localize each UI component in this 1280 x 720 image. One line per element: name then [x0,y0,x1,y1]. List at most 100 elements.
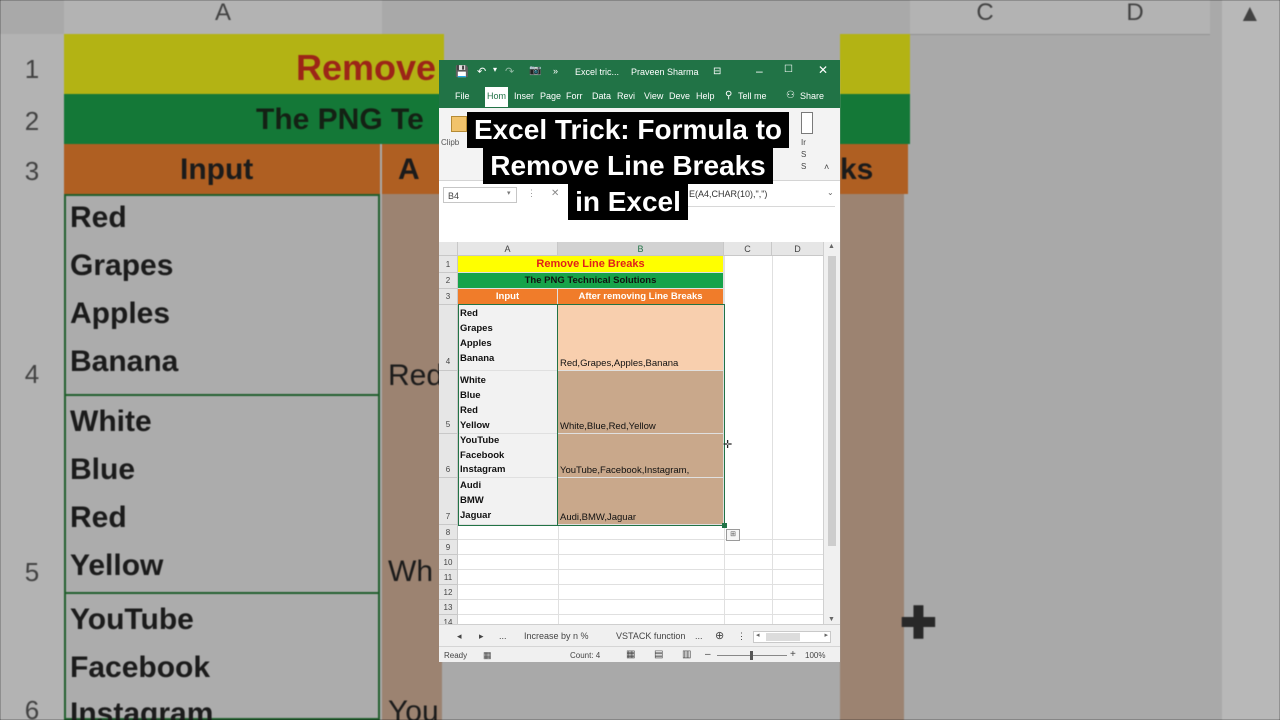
quick-analysis-icon[interactable]: ⊞ [726,529,740,541]
empty-rows[interactable] [458,525,824,624]
cell-a6[interactable]: YouTube Facebook Instagram [458,434,558,478]
row-header-7[interactable]: 7 [439,478,458,525]
sheet-tabs-bar: ◂ ▸ ... Increase by n % VSTACK function … [439,624,840,647]
row-header-1[interactable]: 1 [439,256,458,273]
col-header-d[interactable]: D [772,242,824,256]
row-header-10[interactable]: 10 [439,555,458,570]
camera-icon[interactable]: 📷 [529,65,541,76]
fill-handle[interactable] [722,523,727,528]
bg-input-line: Red [70,501,127,534]
bg-title-fragment: Remove [296,47,437,88]
minimize-icon[interactable]: – [756,64,763,78]
row-header-9[interactable]: 9 [439,540,458,555]
ribbon-display-icon[interactable]: ⊟ [713,66,721,77]
scroll-up-icon[interactable]: ▲ [828,243,835,250]
bg-divider-2 [64,592,380,594]
tab-insert[interactable]: Inser [514,91,534,101]
row-header-6[interactable]: 6 [439,434,458,478]
next-sheet-icon[interactable]: ▸ [479,631,484,642]
cell-b4[interactable]: Red,Grapes,Apples,Banana [558,305,724,371]
horizontal-scroll-thumb[interactable] [766,633,800,641]
more-commands-icon[interactable]: » [553,66,558,76]
cell-a4[interactable]: Red Grapes Apples Banana [458,305,558,371]
tab-developer[interactable]: Deve [669,91,690,101]
cell-line: Apples [460,338,492,349]
row-header-2[interactable]: 2 [439,273,458,289]
col-header-b[interactable]: B [558,242,724,256]
add-sheet-icon[interactable]: ⊕ [715,629,724,642]
cell-a5[interactable]: White Blue Red Yellow [458,371,558,434]
more-sheets-right[interactable]: ... [695,631,703,641]
undo-dropdown-icon[interactable]: ▾ [493,65,497,74]
maximize-icon[interactable]: ☐ [784,64,793,75]
macro-record-icon[interactable]: ▦ [483,650,492,661]
bg-scroll-up-icon: ▲ [1238,0,1262,27]
scroll-left-icon[interactable]: ◂ [756,631,760,639]
zoom-level[interactable]: 100% [805,651,825,660]
bg-input-line: White [70,405,152,438]
page-layout-view-icon[interactable]: ▤ [654,649,663,660]
zoom-in-icon[interactable]: + [790,649,796,660]
user-name[interactable]: Praveen Sharma [631,67,699,77]
tab-view[interactable]: View [644,91,663,101]
normal-view-icon[interactable]: ▦ [626,649,635,660]
col-header-a[interactable]: A [458,242,558,256]
cell-header-input[interactable]: Input [458,289,558,305]
redo-icon[interactable]: ↷ [505,65,514,78]
page-break-view-icon[interactable]: ▥ [682,649,691,660]
row-header-3[interactable]: 3 [439,289,458,305]
title-bar: 💾 ↶ ▾ ↷ 📷 » Excel tric... Praveen Sharma… [439,60,840,84]
cell-b7[interactable]: Audi,BMW,Jaguar [558,478,724,525]
scroll-down-icon[interactable]: ▼ [828,616,835,623]
worksheet-grid[interactable]: A B C D 1 2 3 4 5 6 7 8 9 10 11 12 13 14… [439,242,840,624]
zoom-slider-thumb[interactable] [750,651,753,660]
tab-home[interactable]: Hom [485,87,509,107]
row-header-8[interactable]: 8 [439,525,458,540]
sheet-tab-increase[interactable]: Increase by n % [524,631,589,641]
undo-icon[interactable]: ↶ [477,65,486,78]
cell-a7[interactable]: Audi BMW Jaguar [458,478,558,525]
row-header-5[interactable]: 5 [439,371,458,434]
row-header-11[interactable]: 11 [439,570,458,585]
tab-formulas[interactable]: Forr [566,91,583,101]
bg-input-line: Banana [70,345,179,378]
row-header-13[interactable]: 13 [439,600,458,615]
row-header-4[interactable]: 4 [439,305,458,371]
more-sheets-left[interactable]: ... [499,631,507,641]
bg-row-5: 5 [0,394,65,592]
cell-subtitle[interactable]: The PNG Technical Solutions [458,273,724,289]
bg-cursor-cross-icon: ✚ [900,599,937,648]
cell-title[interactable]: Remove Line Breaks [458,256,724,273]
vertical-scrollbar[interactable]: ▲ ▼ [823,242,840,624]
status-count: Count: 4 [570,651,601,660]
vertical-scroll-thumb[interactable] [828,256,836,546]
select-all-corner[interactable] [439,242,458,256]
scroll-right-icon[interactable]: ▸ [824,631,828,639]
cell-b6-value: YouTube,Facebook,Instagram, [560,465,690,476]
save-icon[interactable]: 💾 [455,65,469,78]
col-header-c[interactable]: C [724,242,772,256]
sheet-tab-vstack[interactable]: VSTACK function [616,631,685,641]
close-icon[interactable]: ✕ [818,63,828,77]
bg-input-line: Grapes [70,249,174,282]
tab-review[interactable]: Revi [617,91,635,101]
cell-b5[interactable]: White,Blue,Red,Yellow [558,371,724,434]
prev-sheet-icon[interactable]: ◂ [457,631,462,642]
zoom-out-icon[interactable]: – [705,649,711,660]
cell-line: Banana [460,353,495,364]
share-person-icon: ⚇ [786,90,795,101]
cell-header-output[interactable]: After removing Line Breaks [558,289,724,305]
share-button[interactable]: Share [800,91,824,101]
cell-b6[interactable]: YouTube,Facebook,Instagram, [558,434,724,478]
row-header-14[interactable]: 14 [439,615,458,624]
tab-data[interactable]: Data [592,91,611,101]
cell-line: White [460,375,486,386]
cell-line: Red [460,405,478,416]
tab-file[interactable]: File [455,91,470,101]
row-header-12[interactable]: 12 [439,585,458,600]
horizontal-scrollbar[interactable]: ◂ ▸ [753,631,831,643]
tab-help[interactable]: Help [696,91,715,101]
bg-row-4: 4 [0,194,65,394]
tell-me-search[interactable]: Tell me [738,91,767,101]
tab-page-layout[interactable]: Page [540,91,561,101]
